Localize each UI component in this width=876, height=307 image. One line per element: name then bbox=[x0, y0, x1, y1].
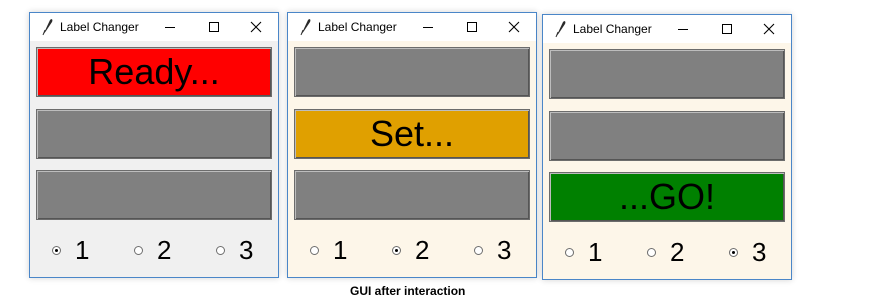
radio-option-2[interactable]: 2 bbox=[134, 235, 171, 265]
radio-option-1[interactable]: 1 bbox=[52, 235, 89, 265]
minimize-icon bbox=[423, 27, 433, 28]
close-button[interactable] bbox=[494, 13, 534, 41]
maximize-button[interactable] bbox=[707, 15, 747, 43]
radio-option-2[interactable]: 2 bbox=[392, 235, 429, 265]
status-label-2 bbox=[36, 109, 272, 159]
radio-option-3[interactable]: 3 bbox=[729, 237, 766, 267]
maximize-icon bbox=[722, 24, 732, 34]
radio-indicator[interactable] bbox=[134, 245, 143, 255]
radio-indicator[interactable] bbox=[216, 245, 225, 255]
radio-label: 3 bbox=[497, 234, 512, 265]
close-icon bbox=[763, 23, 775, 35]
minimize-icon bbox=[678, 29, 688, 30]
status-label-3: ...GO! bbox=[549, 172, 785, 222]
status-label-2: Set... bbox=[294, 109, 530, 159]
radio-option-1[interactable]: 1 bbox=[310, 235, 347, 265]
minimize-button[interactable] bbox=[663, 15, 703, 43]
radio-indicator[interactable] bbox=[392, 245, 401, 255]
radio-indicator[interactable] bbox=[647, 247, 656, 257]
label-changer-window-1: Label Changer Ready... 1 2 3 bbox=[29, 12, 279, 278]
minimize-button[interactable] bbox=[150, 13, 190, 41]
radio-indicator[interactable] bbox=[474, 245, 483, 255]
figure-caption: GUI after interaction bbox=[350, 284, 466, 298]
radio-label: 2 bbox=[415, 234, 430, 265]
window-title: Label Changer bbox=[573, 22, 652, 36]
radio-option-3[interactable]: 3 bbox=[474, 235, 511, 265]
radio-option-1[interactable]: 1 bbox=[565, 237, 602, 267]
radio-indicator[interactable] bbox=[565, 247, 574, 257]
status-label-2 bbox=[549, 111, 785, 161]
feather-icon bbox=[300, 19, 311, 36]
radio-label: 2 bbox=[670, 236, 685, 267]
title-bar[interactable]: Label Changer bbox=[288, 13, 536, 41]
label-changer-window-3: Label Changer ...GO! 1 2 3 bbox=[542, 14, 792, 280]
status-label-1 bbox=[549, 49, 785, 99]
close-button[interactable] bbox=[236, 13, 276, 41]
radio-label: 3 bbox=[239, 234, 254, 265]
radio-label: 1 bbox=[75, 234, 90, 265]
title-bar[interactable]: Label Changer bbox=[543, 15, 791, 43]
maximize-icon bbox=[209, 22, 219, 32]
radio-indicator[interactable] bbox=[310, 245, 319, 255]
window-title: Label Changer bbox=[318, 20, 397, 34]
radio-option-3[interactable]: 3 bbox=[216, 235, 253, 265]
radio-indicator[interactable] bbox=[52, 245, 61, 255]
radio-label: 1 bbox=[588, 236, 603, 267]
close-button[interactable] bbox=[749, 15, 789, 43]
close-icon bbox=[250, 21, 262, 33]
radio-label: 3 bbox=[752, 236, 767, 267]
feather-icon bbox=[42, 19, 53, 36]
status-label-3 bbox=[36, 170, 272, 220]
label-changer-window-2: Label Changer Set... 1 2 3 bbox=[287, 12, 537, 278]
radio-option-2[interactable]: 2 bbox=[647, 237, 684, 267]
maximize-icon bbox=[467, 22, 477, 32]
status-label-1: Ready... bbox=[36, 47, 272, 97]
radio-label: 1 bbox=[333, 234, 348, 265]
status-label-3 bbox=[294, 170, 530, 220]
minimize-button[interactable] bbox=[408, 13, 448, 41]
minimize-icon bbox=[165, 27, 175, 28]
window-title: Label Changer bbox=[60, 20, 139, 34]
title-bar[interactable]: Label Changer bbox=[30, 13, 278, 41]
status-label-1 bbox=[294, 47, 530, 97]
close-icon bbox=[508, 21, 520, 33]
maximize-button[interactable] bbox=[194, 13, 234, 41]
radio-indicator[interactable] bbox=[729, 247, 738, 257]
maximize-button[interactable] bbox=[452, 13, 492, 41]
feather-icon bbox=[555, 21, 566, 38]
radio-label: 2 bbox=[157, 234, 172, 265]
